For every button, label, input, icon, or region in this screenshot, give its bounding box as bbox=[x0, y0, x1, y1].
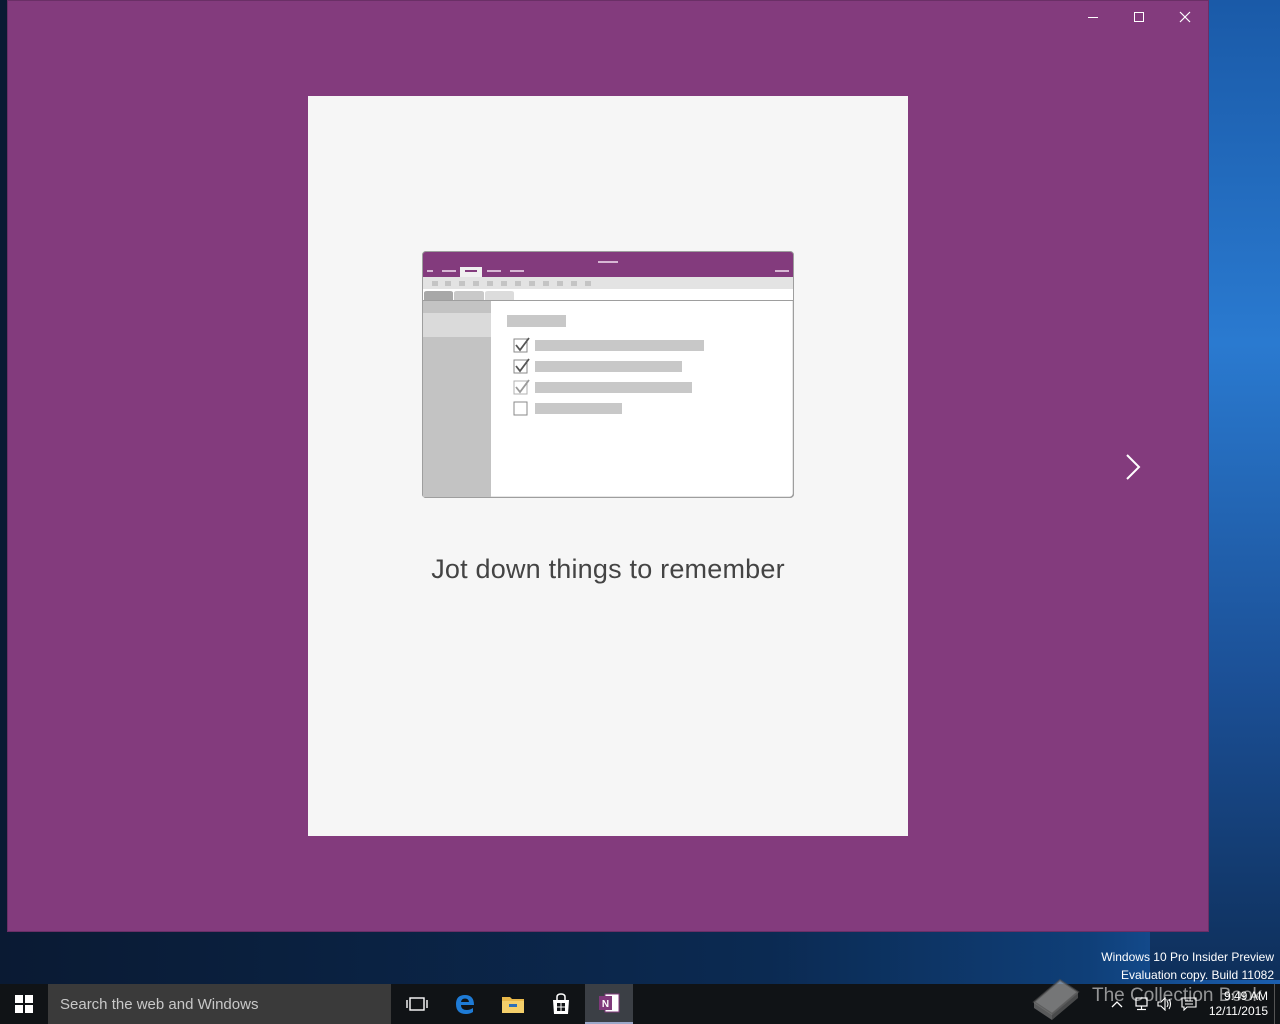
taskbar-edge[interactable] bbox=[441, 984, 489, 1024]
watermark-line-1: Windows 10 Pro Insider Preview bbox=[1101, 950, 1274, 964]
onboarding-card: Jot down things to remember bbox=[308, 96, 908, 836]
taskbar-file-explorer[interactable] bbox=[489, 984, 537, 1024]
onenote-icon: N bbox=[599, 993, 620, 1013]
clock-time: 9:49 AM bbox=[1223, 989, 1268, 1003]
watermark-line-2: Evaluation copy. Build 11082 bbox=[1121, 968, 1274, 982]
edge-icon bbox=[456, 995, 474, 1014]
show-hidden-icons-button[interactable] bbox=[1105, 984, 1129, 1024]
search-placeholder: Search the web and Windows bbox=[60, 995, 259, 1013]
close-icon bbox=[1179, 11, 1191, 23]
checklist-line-placeholder bbox=[535, 361, 682, 372]
chevron-up-icon bbox=[1111, 1001, 1123, 1008]
task-view-icon bbox=[406, 997, 428, 1011]
svg-text:N: N bbox=[602, 999, 609, 1010]
checklist-line-placeholder bbox=[535, 382, 692, 393]
clock-date: 12/11/2015 bbox=[1208, 1004, 1268, 1018]
checklist-line-placeholder bbox=[535, 340, 704, 351]
taskbar-search-box[interactable]: Search the web and Windows bbox=[48, 984, 391, 1024]
start-button[interactable] bbox=[0, 984, 48, 1024]
network-button[interactable] bbox=[1129, 984, 1153, 1024]
taskbar: Search the web and Windows N 9:49 AM 12/… bbox=[0, 984, 1280, 1024]
next-page-button[interactable] bbox=[1118, 449, 1148, 485]
checklist-checkbox bbox=[513, 401, 528, 416]
action-center-icon bbox=[1181, 997, 1197, 1011]
minimize-button[interactable] bbox=[1070, 1, 1116, 33]
start-icon bbox=[15, 995, 33, 1013]
onenote-app-window: Jot down things to remember bbox=[7, 0, 1209, 932]
task-view-button[interactable] bbox=[393, 984, 441, 1024]
onboarding-caption: Jot down things to remember bbox=[431, 554, 785, 584]
system-tray: 9:49 AM 12/11/2015 bbox=[1105, 984, 1280, 1024]
notebook-illustration bbox=[422, 251, 794, 498]
taskbar-clock[interactable]: 9:49 AM 12/11/2015 bbox=[1201, 989, 1274, 1019]
store-icon bbox=[553, 993, 569, 1014]
maximize-icon bbox=[1134, 12, 1144, 22]
window-controls bbox=[1070, 1, 1208, 33]
action-center-button[interactable] bbox=[1177, 984, 1201, 1024]
chevron-right-icon bbox=[1126, 454, 1141, 480]
taskbar-store[interactable] bbox=[537, 984, 585, 1024]
taskbar-onenote[interactable]: N bbox=[585, 984, 633, 1024]
file-explorer-icon bbox=[502, 997, 524, 1013]
minimize-icon bbox=[1088, 17, 1098, 18]
checklist-line-placeholder bbox=[535, 403, 622, 414]
maximize-button[interactable] bbox=[1116, 1, 1162, 33]
volume-icon bbox=[1157, 997, 1171, 1011]
close-button[interactable] bbox=[1162, 1, 1208, 33]
show-desktop-button[interactable] bbox=[1274, 984, 1280, 1024]
network-icon bbox=[1135, 997, 1148, 1011]
volume-button[interactable] bbox=[1153, 984, 1177, 1024]
windows-build-watermark: Windows 10 Pro Insider Preview Evaluatio… bbox=[1101, 948, 1274, 984]
